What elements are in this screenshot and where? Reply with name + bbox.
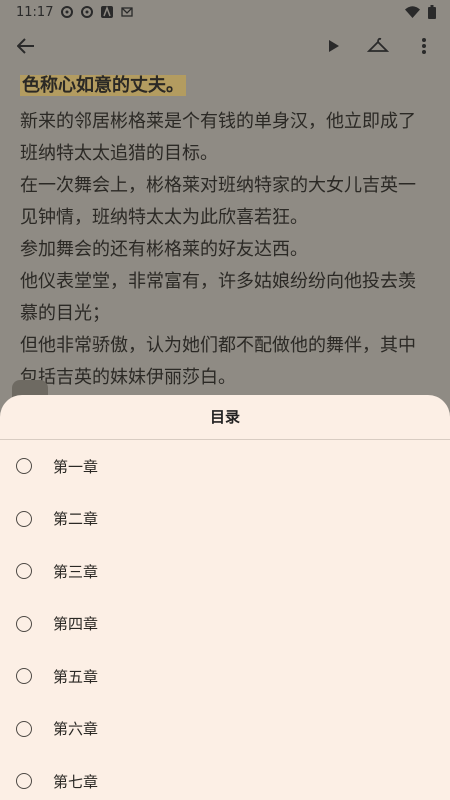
radio-icon[interactable] — [16, 510, 32, 527]
a-icon — [101, 6, 114, 18]
status-right — [405, 5, 436, 19]
chapter-label: 第五章 — [53, 667, 99, 686]
wifi-icon — [405, 6, 420, 18]
back-button[interactable] — [10, 30, 42, 62]
chapter-item[interactable]: 第六章 — [0, 703, 450, 756]
radio-icon[interactable] — [16, 563, 32, 580]
toc-title: 目录 — [0, 395, 450, 440]
paragraph: 在一次舞会上，彬格莱对班纳特家的大女儿吉英一见钟情，班纳特太太为此欣喜若狂。 — [20, 175, 416, 228]
reader-toolbar — [0, 24, 450, 68]
hanger-button[interactable] — [362, 30, 394, 62]
chapter-item[interactable]: 第三章 — [0, 545, 450, 598]
chapter-label: 第六章 — [53, 720, 99, 739]
chapter-item[interactable]: 第一章 — [0, 440, 450, 493]
chapter-item[interactable]: 第七章 — [0, 755, 450, 800]
more-button[interactable] — [408, 30, 440, 62]
chapter-item[interactable]: 第二章 — [0, 493, 450, 546]
status-bar: 11:17 — [0, 0, 450, 24]
battery-icon — [428, 5, 436, 19]
status-left: 11:17 — [16, 4, 134, 20]
radio-icon[interactable] — [16, 773, 32, 790]
more-vertical-icon — [422, 38, 426, 54]
paragraph: 参加舞会的还有彬格莱的好友达西。 — [20, 239, 308, 260]
mail-icon — [121, 7, 134, 17]
play-button[interactable] — [318, 30, 350, 62]
paragraph: 但他非常骄傲，认为她们都不配做他的舞伴，其中包括吉英的妹妹伊丽莎白。 — [20, 335, 416, 388]
radio-icon[interactable] — [16, 615, 32, 632]
settings-icon — [61, 6, 74, 18]
chapter-list: 第一章 第二章 第三章 第四章 第五章 第六章 第七章 — [0, 440, 450, 800]
chapter-label: 第二章 — [53, 510, 99, 529]
hanger-icon — [367, 37, 389, 52]
chapter-label: 第七章 — [53, 772, 99, 791]
highlighted-text[interactable]: 色称心如意的丈夫。 — [20, 75, 186, 96]
paragraph: 他仪表堂堂，非常富有，许多姑娘纷纷向他投去羡慕的目光； — [20, 271, 416, 324]
toc-bottom-sheet: 目录 第一章 第二章 第三章 第四章 第五章 第六章 第七章 — [0, 395, 450, 800]
arrow-left-icon — [17, 38, 34, 54]
radio-icon[interactable] — [16, 668, 32, 685]
play-icon — [329, 40, 339, 52]
settings-icon — [81, 6, 94, 18]
chapter-label: 第一章 — [53, 457, 99, 476]
reader-content: 色称心如意的丈夫。 新来的邻居彬格莱是个有钱的单身汉，他立即成了班纳特太太追猎的… — [20, 70, 432, 394]
radio-icon[interactable] — [16, 458, 32, 475]
status-time: 11:17 — [16, 4, 54, 20]
chapter-item[interactable]: 第五章 — [0, 650, 450, 703]
radio-icon[interactable] — [16, 720, 32, 737]
chapter-label: 第三章 — [53, 562, 99, 581]
paragraph: 新来的邻居彬格莱是个有钱的单身汉，他立即成了班纳特太太追猎的目标。 — [20, 111, 416, 164]
chapter-label: 第四章 — [53, 615, 99, 634]
chapter-item[interactable]: 第四章 — [0, 598, 450, 651]
